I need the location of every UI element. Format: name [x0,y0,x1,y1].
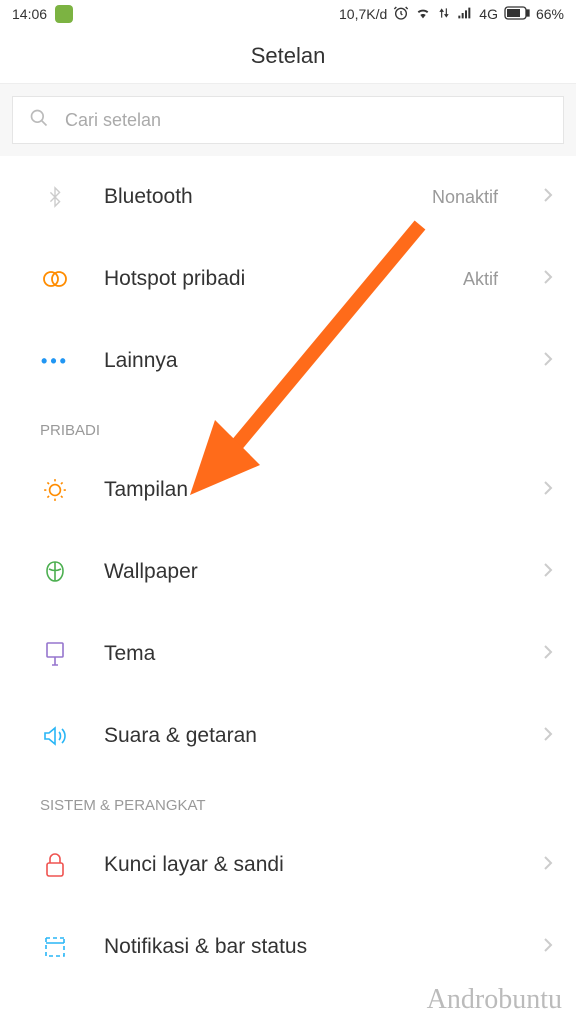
status-bar: 14:06 10,7K/d 4G 66% [0,0,576,28]
hotspot-icon [40,264,70,294]
signal-icon [457,5,473,24]
lainnya-label: Lainnya [104,349,508,373]
more-dots-icon: ••• [40,346,70,376]
section-sistem: SISTEM & PERANGKAT [0,777,576,824]
display-icon [40,475,70,505]
item-lainnya[interactable]: ••• Lainnya [0,320,576,402]
page-title: Setelan [251,43,326,69]
lock-icon [40,850,70,880]
theme-icon [40,639,70,669]
watermark: Androbuntu [427,984,562,1016]
search-box[interactable] [12,96,564,144]
sound-icon [40,721,70,751]
chevron-right-icon [542,854,554,877]
wallpaper-icon [40,557,70,587]
chevron-right-icon [542,725,554,748]
suara-label: Suara & getaran [104,724,508,748]
header: Setelan [0,28,576,84]
chevron-right-icon [542,643,554,666]
bluetooth-label: Bluetooth [104,185,398,209]
item-suara[interactable]: Suara & getaran [0,695,576,777]
wallpaper-label: Wallpaper [104,560,508,584]
item-kunci[interactable]: Kunci layar & sandi [0,824,576,906]
bluetooth-status: Nonaktif [432,187,498,208]
notifikasi-label: Notifikasi & bar status [104,935,508,959]
battery-percent: 66% [536,6,564,22]
bluetooth-icon [40,182,70,212]
data-arrows-icon [437,6,451,23]
chevron-right-icon [542,350,554,373]
chevron-right-icon [542,479,554,502]
tema-label: Tema [104,642,508,666]
notification-bar-icon [40,932,70,962]
wifi-icon [415,5,431,24]
item-notifikasi[interactable]: Notifikasi & bar status [0,906,576,988]
kunci-label: Kunci layar & sandi [104,853,508,877]
search-icon [29,108,49,133]
item-tampilan[interactable]: Tampilan [0,449,576,531]
section-pribadi: PRIBADI [0,402,576,449]
alarm-icon [393,5,409,24]
item-tema[interactable]: Tema [0,613,576,695]
search-input[interactable] [65,110,547,131]
network-type: 4G [479,6,498,22]
item-hotspot[interactable]: Hotspot pribadi Aktif [0,238,576,320]
item-bluetooth[interactable]: Bluetooth Nonaktif [0,156,576,238]
chevron-right-icon [542,561,554,584]
hotspot-label: Hotspot pribadi [104,267,429,291]
tampilan-label: Tampilan [104,478,508,502]
app-notification-icon [55,5,73,23]
status-time: 14:06 [12,6,47,22]
search-container [0,84,576,156]
chevron-right-icon [542,186,554,209]
network-speed: 10,7K/d [339,6,387,22]
battery-icon [504,6,530,23]
hotspot-status: Aktif [463,269,498,290]
chevron-right-icon [542,268,554,291]
chevron-right-icon [542,936,554,959]
item-wallpaper[interactable]: Wallpaper [0,531,576,613]
